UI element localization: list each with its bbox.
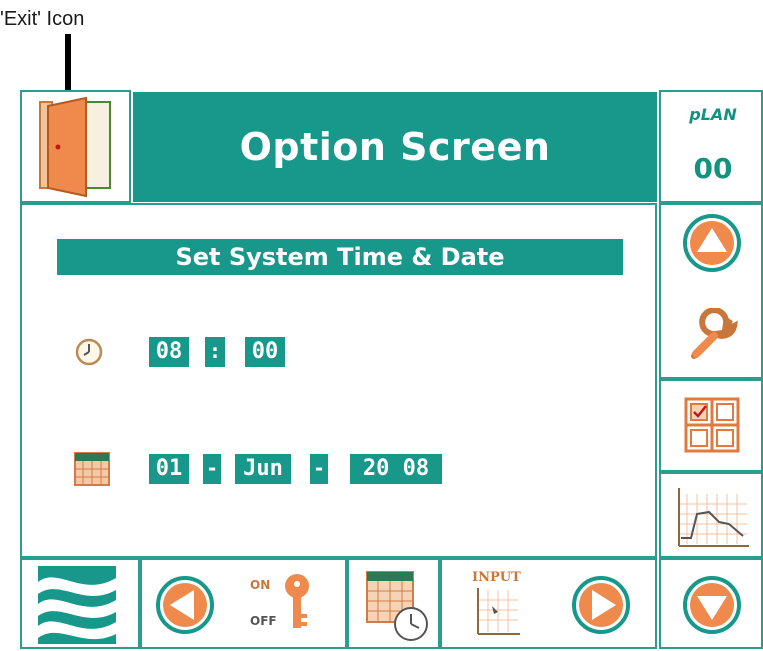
input-graph-icon [477,588,520,635]
up-arrow-button[interactable] [681,212,743,274]
logo-panel [20,558,140,649]
inputs-button[interactable]: INPUT [468,570,548,636]
date-separator-2: - [310,454,328,484]
date-month-field[interactable]: Jun [235,454,291,484]
exit-icon-annotation: 'Exit' Icon [0,8,85,30]
screen-title: Option Screen [133,92,657,202]
wrench-icon[interactable] [686,308,742,364]
time-separator: : [205,337,225,367]
scheduler-button[interactable] [347,558,440,649]
grid-checklist-icon [684,397,740,453]
on-off-button[interactable]: ON OFF [244,568,324,638]
plan-label: pLAN [689,105,737,124]
calendar-clock-icon [366,571,428,641]
door-icon [39,96,111,198]
waves-logo-icon [38,566,116,644]
input-label: INPUT [472,570,521,585]
clock-icon [75,338,103,366]
left-arrow-button[interactable] [154,574,216,636]
trend-button[interactable] [659,472,763,558]
exit-button[interactable] [20,90,131,203]
right-arrow-button[interactable] [570,574,632,636]
time-minutes-field[interactable]: 00 [245,337,285,367]
date-day-field[interactable]: 01 [149,454,189,484]
key-icon [285,574,309,628]
down-arrow-button[interactable] [681,574,743,636]
grid-button[interactable] [659,379,763,472]
date-year-field[interactable]: 20 08 [350,454,442,484]
trend-graph-icon [678,488,749,547]
plan-address-value: 00 [693,152,733,185]
date-separator-1: - [203,454,221,484]
section-title: Set System Time & Date [57,239,623,275]
on-label: ON [250,578,271,592]
off-label: OFF [250,614,277,628]
calendar-icon [74,452,110,486]
time-hours-field[interactable]: 08 [149,337,189,367]
